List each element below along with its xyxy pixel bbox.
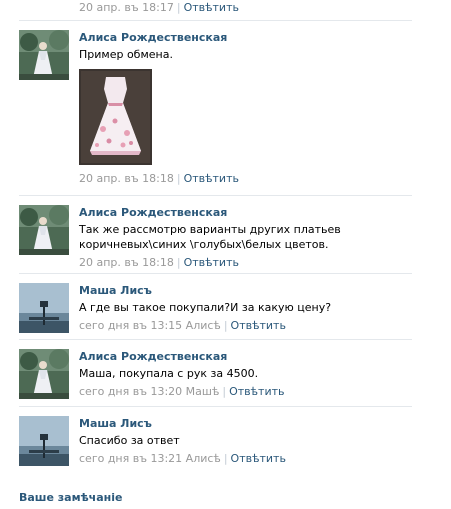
reply-link[interactable]: Отвѣтить (184, 172, 239, 185)
post-meta: 20 апр. въ 18:18 | Отвѣтить (79, 172, 239, 185)
avatar[interactable] (19, 349, 69, 399)
comment-text: Так же рассмотрю варианты других платьев… (79, 223, 341, 251)
post-meta: 20 апр. в‌ъ 18:17 | Отвѣтить (79, 1, 239, 14)
divider (19, 339, 412, 340)
avatar[interactable] (19, 283, 69, 333)
attached-photo[interactable] (79, 69, 152, 165)
avatar[interactable] (19, 30, 69, 80)
lady-in-white-dress-icon (19, 30, 69, 80)
author-name[interactable]: Алиса Рождественская (79, 206, 413, 219)
reply-link[interactable]: Отвѣтить (229, 385, 284, 398)
lantern-landscape-icon (19, 283, 69, 333)
avatar[interactable] (19, 416, 69, 466)
comment-text: Спасибо за ответ (79, 434, 180, 447)
author-name[interactable]: Алиса Рождественская (79, 350, 413, 363)
avatar[interactable] (19, 205, 69, 255)
divider (19, 406, 412, 407)
post-meta: сего дня въ 13:15 Алисѣ | Отвѣтить (79, 319, 286, 332)
post-meta: 20 апр. въ 18:18 | Отвѣтить (79, 256, 239, 269)
comment-text: Маша, покупала с рук за 4500. (79, 367, 259, 380)
author-name[interactable]: Маша Лисъ (79, 284, 413, 297)
divider (19, 20, 412, 21)
post-date[interactable]: 20 апр. въ 18:18 (79, 256, 174, 269)
reply-link[interactable]: Отвѣтить (231, 452, 286, 465)
author-name[interactable]: Маша Лисъ (79, 417, 413, 430)
lady-in-white-dress-icon (19, 349, 69, 399)
pink-floral-dress-icon (79, 69, 152, 165)
lantern-landscape-icon (19, 416, 69, 466)
post-date[interactable]: 20 апр. в‌ъ 18:17 (79, 1, 174, 14)
post-date[interactable]: 20 апр. въ 18:18 (79, 172, 174, 185)
author-name[interactable]: Алиса Рождественская (79, 31, 413, 44)
add-comment-link[interactable]: Ваше замѣчаніе (19, 491, 123, 504)
lady-in-white-dress-icon (19, 205, 69, 255)
post-meta: сего дня въ 13:21 Алисѣ | Отвѣтить (79, 452, 286, 465)
post-meta: сего дня въ 13:20 Машѣ | Отвѣтить (79, 385, 285, 398)
post-date[interactable]: сего дня въ 13:15 Алисѣ (79, 319, 221, 332)
comment-text: Пример обмена. (79, 48, 173, 61)
post-date[interactable]: сего дня въ 13:20 Машѣ (79, 385, 219, 398)
reply-link[interactable]: Отвѣтить (184, 1, 239, 14)
divider (19, 195, 412, 196)
reply-link[interactable]: Отвѣтить (184, 256, 239, 269)
reply-link[interactable]: Отвѣтить (231, 319, 286, 332)
divider (19, 273, 412, 274)
comment-text: А где вы такое покупали?И за какую цену? (79, 301, 332, 314)
post-date[interactable]: сего дня въ 13:21 Алисѣ (79, 452, 221, 465)
